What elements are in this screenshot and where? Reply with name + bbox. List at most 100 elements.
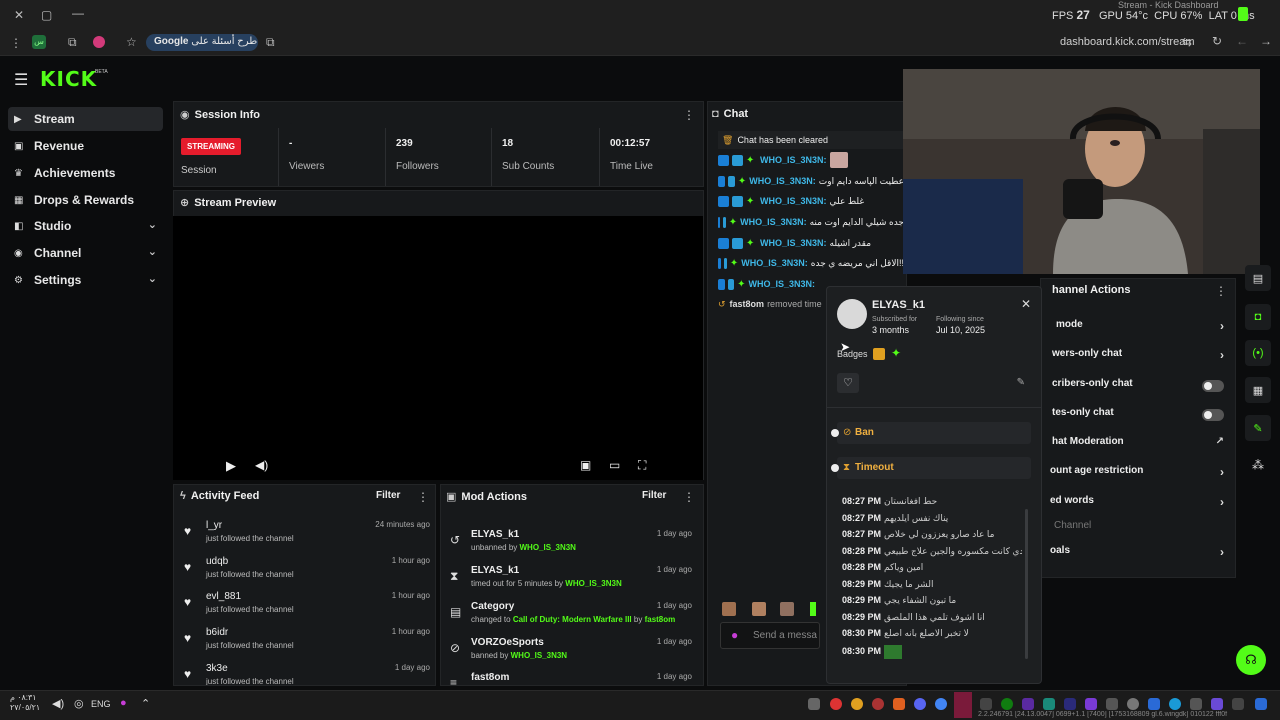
- emotes-only-toggle[interactable]: [1202, 409, 1224, 421]
- mod-action-actor[interactable]: WHO_IS_3N3N: [511, 651, 567, 660]
- activity-username[interactable]: 3k3e: [206, 663, 228, 674]
- mod-action-actor[interactable]: WHO_IS_3N3N: [565, 579, 621, 588]
- mod-action-target[interactable]: ELYAS_k1: [471, 565, 519, 576]
- play-icon[interactable]: ▶: [226, 458, 236, 474]
- reload-icon[interactable]: ↻: [1212, 34, 1222, 48]
- mod-kebab-icon[interactable]: ⋮: [683, 490, 695, 504]
- session-kebab-icon[interactable]: ⋮: [683, 108, 695, 122]
- rail-more-icon[interactable]: ⁂: [1252, 458, 1264, 472]
- kick-logo[interactable]: KICK: [40, 67, 97, 91]
- forward-icon[interactable]: ←: [1236, 34, 1248, 48]
- chat-username[interactable]: WHO_IS_3N3N:: [760, 196, 827, 206]
- activity-username[interactable]: l_yr: [206, 520, 222, 531]
- taskbar-app-icon[interactable]: [1106, 698, 1118, 710]
- speaker-icon[interactable]: ◀): [52, 697, 64, 710]
- bookmark-star-icon[interactable]: ☆: [126, 35, 137, 49]
- pin-icon[interactable]: ✎: [1017, 377, 1025, 388]
- tab-title[interactable]: Stream - Kick Dashboard: [1118, 0, 1219, 10]
- share-icon[interactable]: ⧉: [266, 35, 275, 50]
- chat-username[interactable]: WHO_IS_3N3N:: [760, 155, 827, 165]
- taskbar-app-icon[interactable]: [893, 698, 905, 710]
- channel-action-account-age[interactable]: ount age restriction ›: [1046, 465, 1230, 485]
- mod-action-target[interactable]: fast8om: [471, 672, 509, 683]
- close-icon[interactable]: ✕: [1021, 297, 1031, 311]
- emote-button[interactable]: [722, 602, 736, 616]
- channel-action-goals[interactable]: oals ›: [1046, 545, 1230, 565]
- taskbar-app-icon[interactable]: [1064, 698, 1076, 710]
- fullscreen-icon[interactable]: ⛶: [638, 458, 646, 473]
- address-bar[interactable]: dashboard.kick.com/stream: [1060, 36, 1195, 48]
- channel-action-chat-moderation[interactable]: hat Moderation ↗: [1046, 436, 1230, 456]
- chat-username[interactable]: WHO_IS_3N3N:: [740, 217, 807, 227]
- activity-kebab-icon[interactable]: ⋮: [417, 490, 429, 504]
- activity-username[interactable]: b6idr: [206, 627, 228, 638]
- chat-history-scrollbar[interactable]: [1025, 509, 1028, 659]
- wifi-icon[interactable]: ◎: [74, 697, 84, 710]
- puzzle-icon[interactable]: ⧉: [68, 35, 77, 50]
- google-ask-chip[interactable]: Google طرح أسئلة على Google: [146, 34, 258, 51]
- taskbar-app-icon[interactable]: [872, 698, 884, 710]
- mod-action-actor[interactable]: WHO_IS_3N3N: [520, 543, 576, 552]
- menu-dots-icon[interactable]: ⋮: [10, 36, 22, 50]
- mod-action-target[interactable]: ELYAS_k1: [471, 529, 519, 540]
- sidebar-item-settings[interactable]: ⚙ Settings ⌄: [8, 268, 163, 292]
- minimize-icon[interactable]: —: [72, 6, 84, 20]
- chat-username[interactable]: WHO_IS_3N3N:: [748, 279, 815, 289]
- microphone-icon[interactable]: ●: [120, 697, 127, 709]
- theater-icon[interactable]: ▭: [609, 458, 620, 472]
- mod-action-target[interactable]: Category: [471, 601, 514, 612]
- activity-username[interactable]: udqb: [206, 556, 228, 567]
- chat-username[interactable]: WHO_IS_3N3N:: [741, 258, 808, 268]
- taskbar-app-icon[interactable]: [1232, 698, 1244, 710]
- mod-action-target[interactable]: VORZOeSports: [471, 637, 544, 648]
- sidebar-item-achievements[interactable]: ♛ Achievements: [8, 161, 163, 185]
- tab-restore-icon[interactable]: ▢: [41, 8, 52, 22]
- channel-actions-kebab-icon[interactable]: ⋮: [1215, 284, 1227, 298]
- rail-clipboard-button[interactable]: ▤: [1245, 265, 1271, 291]
- taskbar-app-icon[interactable]: [1022, 698, 1034, 710]
- stream-preview-video[interactable]: [173, 216, 703, 480]
- taskbar-active-app[interactable]: [954, 692, 972, 718]
- chat-input[interactable]: ● Send a messa: [720, 622, 820, 649]
- edge-icon[interactable]: [1169, 698, 1181, 710]
- ban-row[interactable]: ⊘ Ban: [837, 422, 1031, 444]
- mod-action-category[interactable]: Call of Duty: Modern Warfare III: [513, 615, 632, 624]
- chat-username[interactable]: WHO_IS_3N3N:: [749, 176, 816, 186]
- emote-button[interactable]: [810, 602, 816, 616]
- discord-icon[interactable]: [914, 698, 926, 710]
- follow-heart-button[interactable]: ♡: [837, 373, 859, 393]
- xbox-icon[interactable]: [1001, 698, 1013, 710]
- channel-action-subscribers-only[interactable]: cribers-only chat: [1046, 378, 1230, 398]
- sidebar-item-drops[interactable]: ▦ Drops & Rewards: [8, 188, 163, 212]
- taskbar-app-icon[interactable]: [1085, 698, 1097, 710]
- extension-icon[interactable]: س: [32, 35, 46, 49]
- subscribers-only-toggle[interactable]: [1202, 380, 1224, 392]
- rail-chat-button[interactable]: ◘: [1245, 304, 1271, 330]
- activity-username[interactable]: evl_881: [206, 591, 241, 602]
- mod-action-actor[interactable]: fast8om: [645, 615, 676, 624]
- taskbar-app-icon[interactable]: [851, 698, 863, 710]
- chat-username[interactable]: fast8om: [730, 299, 765, 309]
- taskbar-clock[interactable]: ٠٨:٣١ م ٢٧/٠٥/٢١: [10, 693, 40, 713]
- help-button[interactable]: ☊: [1236, 645, 1266, 675]
- taskbar-app-icon[interactable]: [980, 698, 992, 710]
- pip-icon[interactable]: ▣: [580, 458, 591, 472]
- sidebar-item-stream[interactable]: ▶ Stream: [8, 107, 163, 131]
- sidebar-item-revenue[interactable]: ▣ Revenue: [8, 134, 163, 158]
- channel-action-followers-only[interactable]: wers-only chat ›: [1046, 348, 1230, 368]
- chat-username[interactable]: WHO_IS_3N3N:: [760, 238, 827, 248]
- activity-filter-button[interactable]: Filter: [376, 490, 400, 501]
- rail-broadcast-button[interactable]: (•): [1245, 340, 1271, 366]
- taskbar-app-icon[interactable]: [1190, 698, 1202, 710]
- tab-close-icon[interactable]: ✕: [14, 8, 24, 22]
- taskbar-app-icon[interactable]: [1211, 698, 1223, 710]
- taskbar-app-icon[interactable]: [808, 698, 820, 710]
- taskbar-app-icon[interactable]: [830, 698, 842, 710]
- popup-username[interactable]: ELYAS_k1: [872, 299, 925, 311]
- taskbar-app-icon[interactable]: [1043, 698, 1055, 710]
- chrome-icon[interactable]: [935, 698, 947, 710]
- language-indicator[interactable]: ENG: [91, 699, 111, 709]
- mod-filter-button[interactable]: Filter: [642, 490, 666, 501]
- hamburger-menu-icon[interactable]: ☰: [14, 70, 28, 90]
- windows-start-icon[interactable]: [1255, 698, 1267, 710]
